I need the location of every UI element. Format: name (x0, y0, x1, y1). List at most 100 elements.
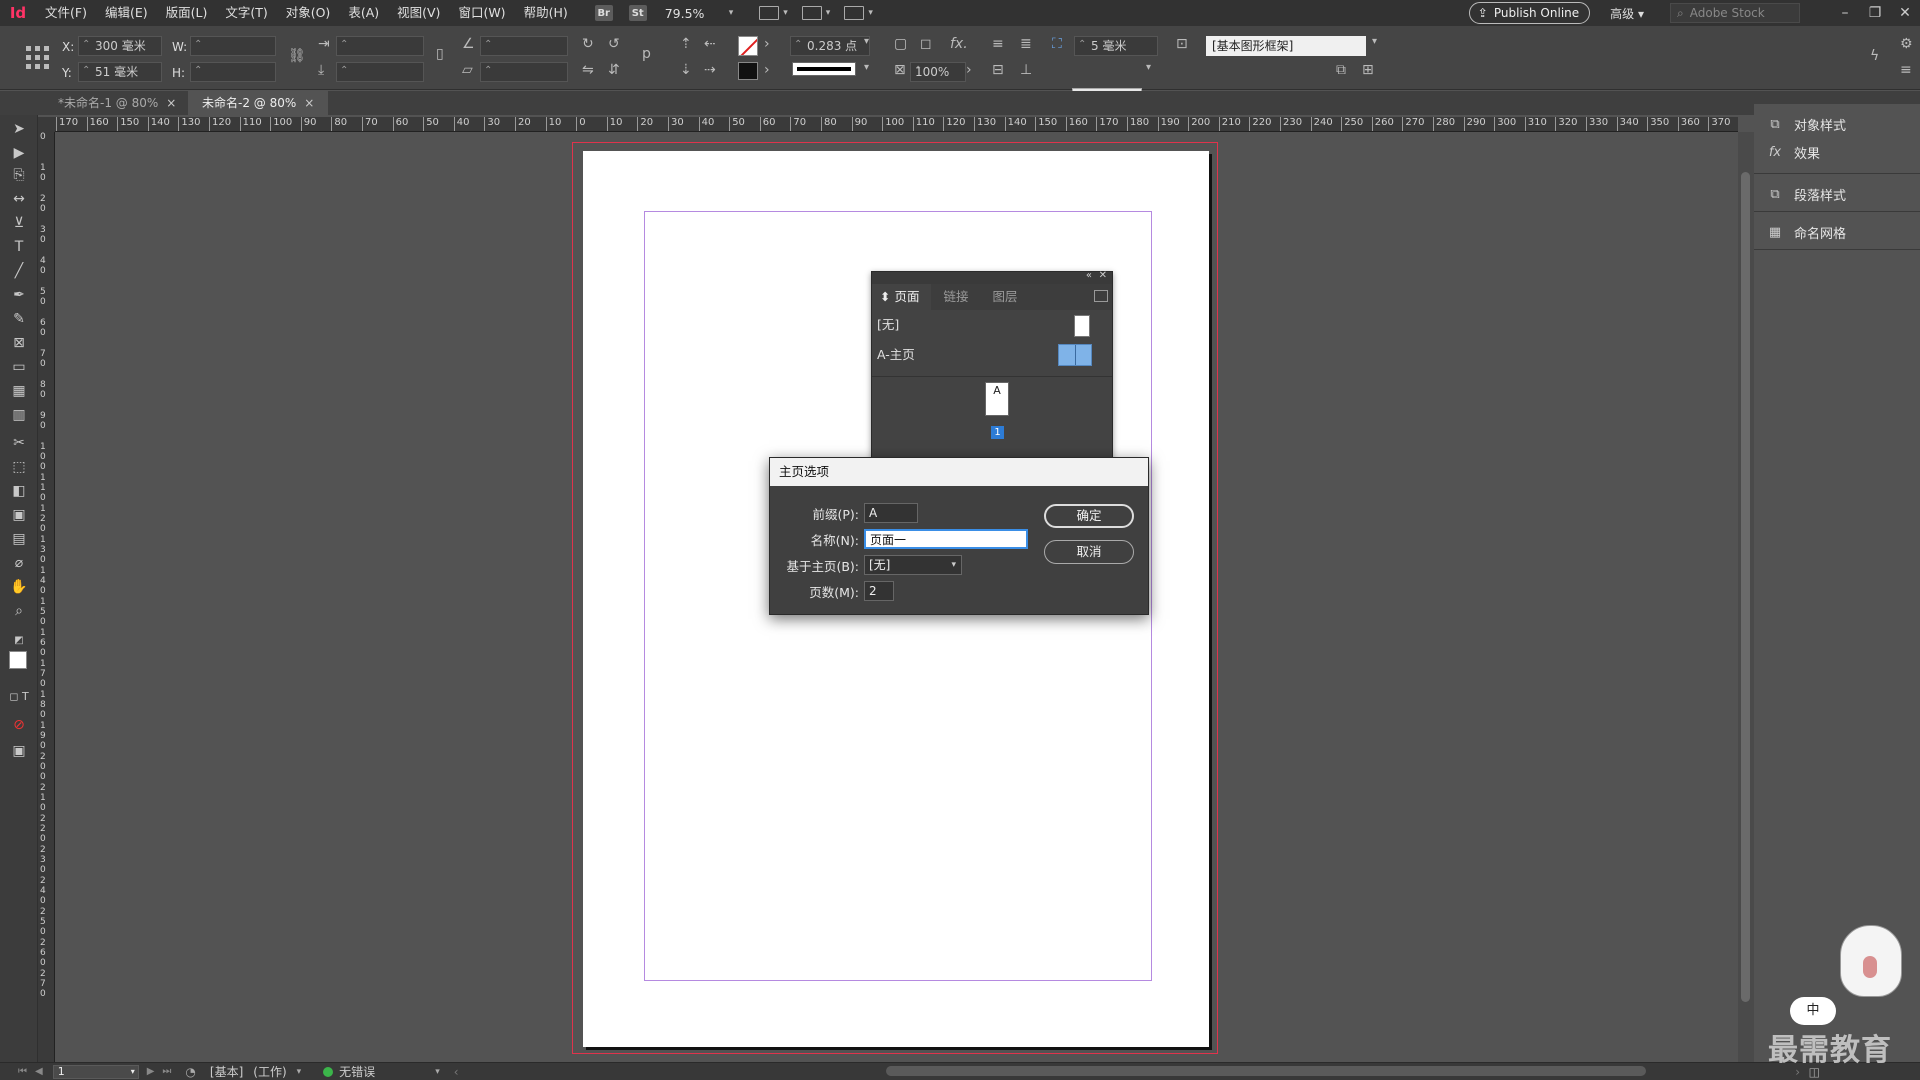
close-icon[interactable]: ✕ (1099, 270, 1107, 281)
text-wrap-p-icon[interactable]: p (642, 46, 651, 62)
redefine-style-icon[interactable]: ⊞ (1362, 62, 1374, 78)
vertical-scrollbar[interactable] (1738, 132, 1754, 1062)
type-tool-icon[interactable]: T (9, 237, 29, 257)
menu-view[interactable]: 视图(V) (388, 0, 449, 26)
rotate-cw-icon[interactable]: ↻ (582, 36, 594, 52)
tab-pages[interactable]: ⬍ 页面 (872, 284, 932, 310)
ruler-origin[interactable] (38, 117, 55, 132)
panel-effects[interactable]: fx 效果 (1754, 138, 1920, 166)
flip-horizontal-icon[interactable]: ⇋ (582, 62, 594, 78)
page-thumbnail[interactable]: A (985, 382, 1009, 416)
auto-fit-icon[interactable]: ⛶ (1052, 36, 1062, 52)
control-settings-icon[interactable]: ⚙ (1900, 36, 1913, 52)
master-a[interactable]: A-主页 (872, 340, 1112, 370)
scrollbar-thumb[interactable] (1741, 172, 1750, 1002)
view-options-dropdown-icon[interactable]: ▾ (826, 8, 831, 18)
line-tool-icon[interactable]: ╱ (9, 261, 29, 281)
pages-count-field[interactable]: 2 (864, 581, 894, 601)
pencil-tool-icon[interactable]: ✎ (9, 309, 29, 329)
tab-document-1[interactable]: *未命名-1 @ 80% × (44, 91, 190, 115)
align-center-icon[interactable]: ≣ (1020, 36, 1032, 52)
publish-online-button[interactable]: ⇪ Publish Online (1468, 2, 1591, 24)
apply-none-icon[interactable]: ⊘ (9, 715, 29, 735)
stroke-black-swatch[interactable] (738, 62, 758, 80)
collapse-icon[interactable]: « (1086, 270, 1092, 281)
hand-tool-icon[interactable]: ✋ (9, 577, 29, 597)
fill-none-swatch[interactable] (738, 36, 758, 56)
prefix-field[interactable]: A (864, 503, 918, 523)
stroke-weight-dropdown-icon[interactable]: ▾ (864, 36, 869, 47)
name-field[interactable]: 页面一 (864, 529, 1028, 549)
opacity-menu-icon[interactable]: › (966, 62, 972, 78)
panel-title-bar[interactable]: « ✕ (872, 270, 1112, 284)
zoom-level[interactable]: 79.5% (665, 6, 725, 21)
arrange-documents-icon[interactable] (844, 6, 865, 20)
note-tool-icon[interactable]: ▤ (9, 529, 29, 549)
menu-layout[interactable]: 版面(L) (157, 0, 217, 26)
shear-angle-field[interactable] (480, 62, 568, 82)
menu-help[interactable]: 帮助(H) (515, 0, 577, 26)
constrain-proportions-icon[interactable]: ⛓ (288, 48, 306, 64)
minimize-button[interactable]: – (1830, 5, 1860, 21)
align-bottom-icon[interactable]: ⊥ (1020, 62, 1032, 78)
stock-button[interactable]: St (628, 5, 647, 21)
menu-file[interactable]: 文件(F) (36, 0, 96, 26)
clear-overrides-icon[interactable]: ⧉ (1336, 62, 1346, 78)
zoom-tool-icon[interactable]: ⌕ (9, 601, 29, 621)
link-scale-icon[interactable]: ▯ (436, 46, 444, 62)
stroke-weight-field[interactable]: 0.283 点 (790, 36, 870, 56)
x-position-field[interactable]: 300 毫米 (78, 36, 162, 56)
screen-mode-icon[interactable] (759, 6, 780, 20)
cancel-button[interactable]: 取消 (1044, 540, 1134, 564)
eyedropper-tool-icon[interactable]: ⌀ (9, 553, 29, 573)
first-page-icon[interactable]: ⏮ (18, 1066, 27, 1077)
page-number-field[interactable]: 1 ▾ (52, 1064, 139, 1079)
master-none[interactable]: [无] (872, 310, 1112, 340)
gradient-feather-tool-icon[interactable]: ▣ (9, 505, 29, 525)
rectangle-frame-tool-icon[interactable]: ⊠ (9, 333, 29, 353)
menu-object[interactable]: 对象(O) (277, 0, 340, 26)
panel-menu-icon[interactable] (1094, 290, 1108, 302)
panel-object-styles[interactable]: ⧉ 对象样式 (1754, 110, 1920, 138)
content-collector-icon[interactable]: ⊻ (9, 213, 29, 233)
gradient-swatch-tool-icon[interactable]: ◧ (9, 481, 29, 501)
last-page-icon[interactable]: ⏭ (162, 1066, 171, 1077)
page-tool-icon[interactable]: ⎘ (9, 165, 29, 185)
formatting-container-icon[interactable]: ◻ T (9, 687, 29, 707)
scale-x-field[interactable] (336, 36, 424, 56)
offset-field[interactable]: 5 毫米 (1074, 36, 1158, 56)
column-style-dropdown-icon[interactable]: ▾ (1146, 62, 1151, 73)
bridge-button[interactable]: Br (594, 5, 613, 21)
panel-named-grids[interactable]: ▦ 命名网格 (1754, 214, 1920, 250)
select-next-icon[interactable]: ⇢ (704, 62, 716, 78)
fill-swatch-icon[interactable] (9, 651, 27, 669)
default-fill-stroke-icon[interactable]: ◩ ⇆ (9, 631, 29, 666)
stroke-type-select[interactable] (792, 62, 856, 76)
horizontal-ruler[interactable]: 170 160 150 140 130 120 110 100 90 80 70 60 50 40 30 20… (55, 117, 1738, 132)
menu-table[interactable]: 表(A) (339, 0, 388, 26)
stock-search-input[interactable]: ⌕ Adobe Stock (1670, 3, 1800, 23)
panel-paragraph-styles[interactable]: ⧉ 段落样式 (1754, 176, 1920, 212)
close-icon[interactable]: × (166, 96, 176, 110)
selection-tool-icon[interactable]: ➤ (9, 119, 29, 139)
next-page-icon[interactable]: ▶ (147, 1066, 155, 1077)
horizontal-grid-tool-icon[interactable]: ▦ (9, 381, 29, 401)
screen-mode-normal-icon[interactable]: ▣ (9, 741, 29, 761)
gap-tool-icon[interactable]: ↔ (9, 189, 29, 209)
object-style-dropdown-icon[interactable]: ▾ (1372, 36, 1377, 47)
work-mode-label[interactable]: (工作) (253, 1063, 286, 1080)
stroke-menu-icon[interactable]: › (764, 62, 770, 78)
ok-button[interactable]: 确定 (1044, 504, 1134, 528)
width-field[interactable] (190, 36, 276, 56)
view-options-icon[interactable] (801, 6, 822, 20)
opacity-field[interactable]: 100% (910, 62, 966, 82)
close-window-button[interactable]: ✕ (1890, 5, 1920, 21)
y-position-field[interactable]: 51 毫米 (78, 62, 162, 82)
select-container-icon[interactable]: ⇡ (680, 36, 692, 52)
workspace-switcher[interactable]: 高级 ▾ (1610, 5, 1644, 22)
open-page-icon[interactable]: ◔ (185, 1065, 195, 1079)
tab-document-2[interactable]: 未命名-2 @ 80% × (188, 91, 329, 115)
tab-links[interactable]: 链接 (931, 284, 980, 310)
rectangle-tool-icon[interactable]: ▭ (9, 357, 29, 377)
arrange-documents-dropdown-icon[interactable]: ▾ (868, 8, 873, 18)
